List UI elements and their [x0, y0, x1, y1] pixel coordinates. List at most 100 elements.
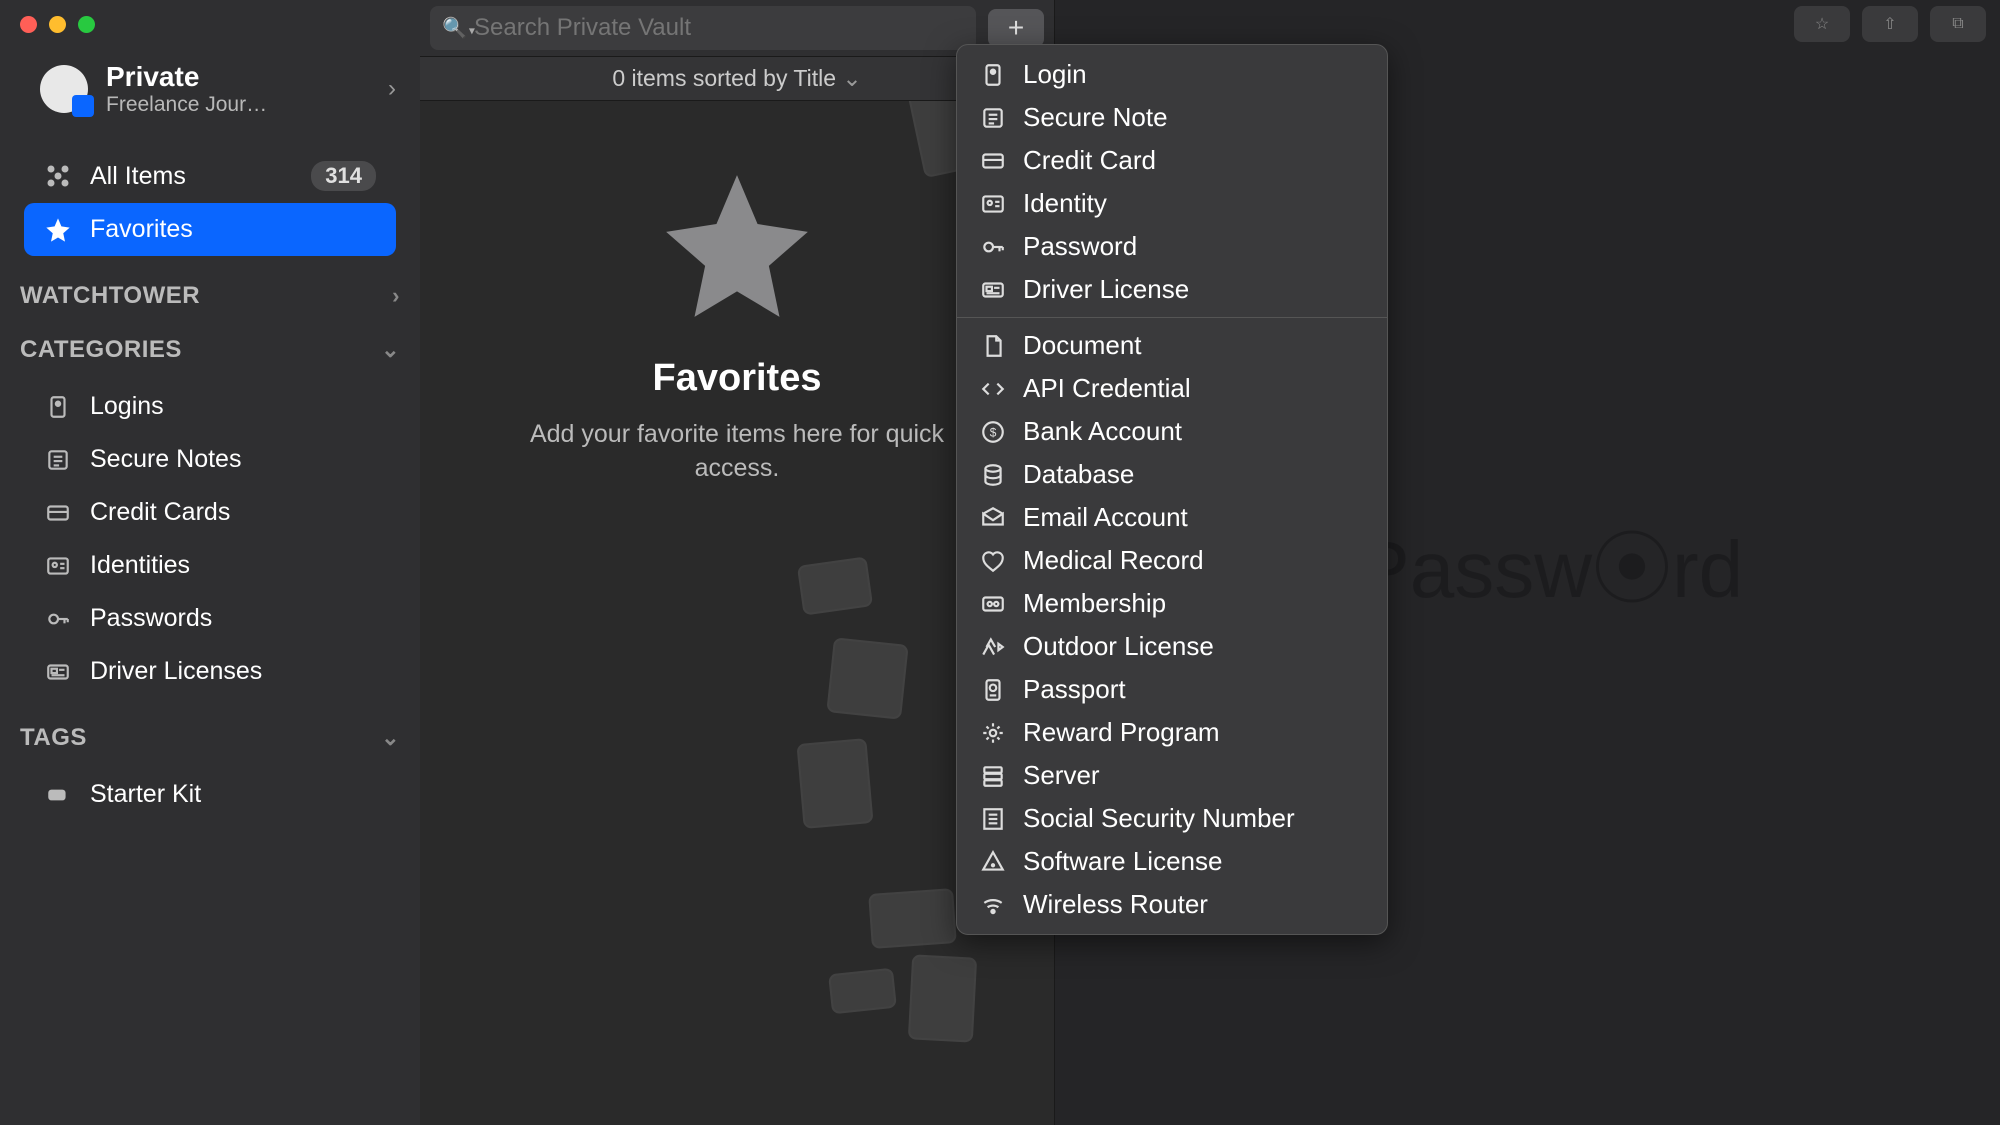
- external-link-icon: ⧉: [1952, 15, 1963, 33]
- chevron-right-icon: ›: [392, 283, 400, 309]
- new-item-menu: Login Secure Note Credit Card Identity Passw…: [956, 44, 1388, 935]
- menu-item-label: Reward Program: [1023, 717, 1220, 748]
- card-icon: [44, 499, 72, 527]
- chevron-down-icon: ⌄: [381, 337, 400, 363]
- sidebar-item-logins[interactable]: Logins: [24, 380, 396, 433]
- sidebar-item-label: Identities: [90, 551, 190, 580]
- sidebar-item-all-items[interactable]: All Items 314: [24, 149, 396, 203]
- grid-icon: [44, 162, 72, 190]
- menu-item-label: Secure Note: [1023, 102, 1168, 133]
- sidebar-item-label: Favorites: [90, 215, 193, 244]
- star-icon: [647, 161, 827, 331]
- share-button[interactable]: ⇧: [1862, 6, 1918, 42]
- menu-item-medical-record[interactable]: Medical Record: [957, 539, 1387, 582]
- close-window-button[interactable]: [20, 16, 37, 33]
- sidebar-item-label: Logins: [90, 392, 164, 421]
- menu-item-reward-program[interactable]: Reward Program: [957, 711, 1387, 754]
- sidebar-item-label: Passwords: [90, 604, 212, 633]
- menu-item-database[interactable]: Database: [957, 453, 1387, 496]
- tag-icon: [44, 781, 72, 809]
- empty-state-title: Favorites: [653, 357, 822, 400]
- menu-item-label: Bank Account: [1023, 416, 1182, 447]
- search-icon: 🔍: [442, 16, 475, 41]
- sidebar-item-secure-notes[interactable]: Secure Notes: [24, 433, 396, 486]
- empty-state-subtitle: Add your favorite items here for quick a…: [527, 418, 947, 486]
- menu-item-social-security-number[interactable]: Social Security Number: [957, 797, 1387, 840]
- favorite-button[interactable]: ☆: [1794, 6, 1850, 42]
- menu-item-identity[interactable]: Identity: [957, 182, 1387, 225]
- sidebar-item-passwords[interactable]: Passwords: [24, 592, 396, 645]
- share-icon: ⇧: [1883, 14, 1896, 34]
- med-icon: [979, 547, 1007, 575]
- add-item-button[interactable]: +: [988, 9, 1044, 47]
- menu-item-driver-license[interactable]: Driver License: [957, 268, 1387, 311]
- svg-text:$: $: [990, 425, 997, 439]
- sidebar-item-label: Secure Notes: [90, 445, 241, 474]
- vault-switcher[interactable]: Private Freelance Jour… ›: [0, 51, 420, 141]
- sidebar-tag-starter-kit[interactable]: Starter Kit: [24, 768, 396, 821]
- menu-item-document[interactable]: Document: [957, 324, 1387, 367]
- menu-item-credit-card[interactable]: Credit Card: [957, 139, 1387, 182]
- menu-item-label: Outdoor License: [1023, 631, 1214, 662]
- menu-item-label: API Credential: [1023, 373, 1191, 404]
- passport-icon: [979, 676, 1007, 704]
- heading-label: TAGS: [20, 724, 87, 752]
- key-icon: [979, 61, 1007, 89]
- note-icon: [44, 446, 72, 474]
- sidebar-item-driver-licenses[interactable]: Driver Licenses: [24, 645, 396, 698]
- pwd-icon: [44, 605, 72, 633]
- id-icon: [44, 552, 72, 580]
- license-icon: [979, 276, 1007, 304]
- menu-item-api-credential[interactable]: API Credential: [957, 367, 1387, 410]
- menu-item-password[interactable]: Password: [957, 225, 1387, 268]
- menu-item-label: Password: [1023, 231, 1137, 262]
- menu-item-label: Medical Record: [1023, 545, 1204, 576]
- sidebar-item-label: Credit Cards: [90, 498, 230, 527]
- member-icon: [979, 590, 1007, 618]
- menu-item-email-account[interactable]: Email Account: [957, 496, 1387, 539]
- wifi-icon: [979, 891, 1007, 919]
- minimize-window-button[interactable]: [49, 16, 66, 33]
- menu-item-login[interactable]: Login: [957, 53, 1387, 96]
- note-icon: [979, 104, 1007, 132]
- menu-item-label: Wireless Router: [1023, 889, 1208, 920]
- sw-icon: [979, 848, 1007, 876]
- sidebar-heading-tags[interactable]: TAGS ⌄: [0, 706, 420, 760]
- sidebar-heading-watchtower[interactable]: WATCHTOWER ›: [0, 264, 420, 318]
- menu-item-wireless-router[interactable]: Wireless Router: [957, 883, 1387, 926]
- outdoor-icon: [979, 633, 1007, 661]
- menu-item-passport[interactable]: Passport: [957, 668, 1387, 711]
- menu-item-label: Identity: [1023, 188, 1107, 219]
- vault-subtitle: Freelance Jour…: [106, 93, 370, 117]
- menu-item-label: Software License: [1023, 846, 1222, 877]
- menu-item-secure-note[interactable]: Secure Note: [957, 96, 1387, 139]
- star-icon: [44, 216, 72, 244]
- menu-item-outdoor-license[interactable]: Outdoor License: [957, 625, 1387, 668]
- sidebar-heading-categories[interactable]: CATEGORIES ⌄: [0, 318, 420, 372]
- star-icon: ☆: [1815, 14, 1829, 34]
- menu-item-label: Login: [1023, 59, 1087, 90]
- menu-item-label: Document: [1023, 330, 1142, 361]
- sidebar-item-favorites[interactable]: Favorites: [24, 203, 396, 256]
- menu-item-server[interactable]: Server: [957, 754, 1387, 797]
- menu-item-label: Server: [1023, 760, 1100, 791]
- plus-icon: +: [1008, 12, 1024, 44]
- maximize-window-button[interactable]: [78, 16, 95, 33]
- api-icon: [979, 375, 1007, 403]
- menu-item-label: Passport: [1023, 674, 1126, 705]
- sidebar-item-identities[interactable]: Identities: [24, 539, 396, 592]
- menu-item-label: Email Account: [1023, 502, 1188, 533]
- sidebar-item-label: Starter Kit: [90, 780, 201, 809]
- menu-item-bank-account[interactable]: $ Bank Account: [957, 410, 1387, 453]
- chevron-right-icon: ›: [388, 75, 396, 103]
- menu-item-membership[interactable]: Membership: [957, 582, 1387, 625]
- menu-item-software-license[interactable]: Software License: [957, 840, 1387, 883]
- sidebar-item-credit-cards[interactable]: Credit Cards: [24, 486, 396, 539]
- sidebar-item-label: All Items: [90, 162, 186, 191]
- search-input[interactable]: [430, 6, 976, 50]
- vault-name: Private: [106, 61, 370, 93]
- open-external-button[interactable]: ⧉: [1930, 6, 1986, 42]
- key-icon: [44, 393, 72, 421]
- reward-icon: [979, 719, 1007, 747]
- id-icon: [979, 190, 1007, 218]
